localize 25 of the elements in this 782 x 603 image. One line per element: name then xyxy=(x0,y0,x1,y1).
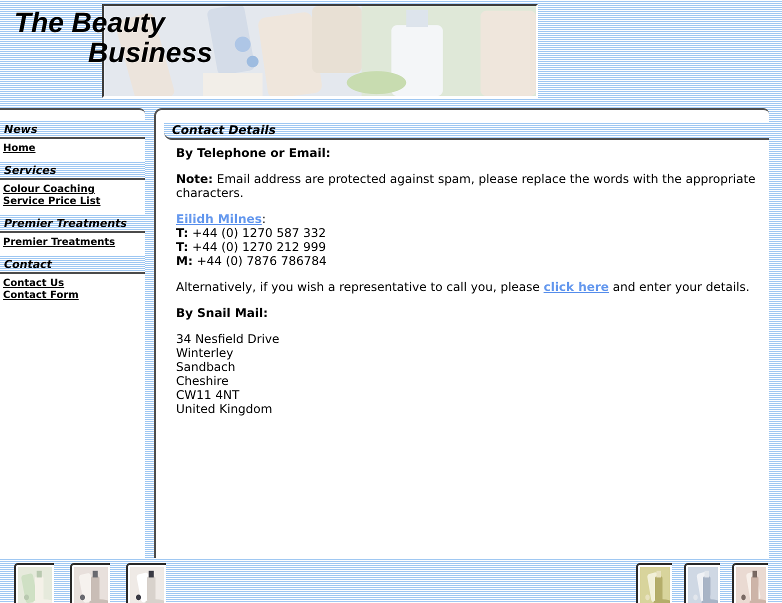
note-text: Note: Email address are protected against spam, please replace the words with the appropriate characters. xyxy=(176,172,757,200)
sidebar-link[interactable]: Home xyxy=(3,143,36,155)
sidebar-link[interactable]: Colour Coaching xyxy=(3,184,95,196)
section-title: Contact Details xyxy=(164,122,769,140)
sidebar-heading: Premier Treatments xyxy=(0,214,145,233)
colon-text: : xyxy=(262,212,266,226)
phone-number: M: +44 (0) 7876 786784 xyxy=(176,254,328,268)
sidebar-link[interactable]: Service Price List xyxy=(3,196,100,208)
sidebar-link[interactable]: Contact Us xyxy=(3,278,64,290)
subheading: By Snail Mail: xyxy=(176,306,269,320)
sidebar-heading: News xyxy=(0,120,145,139)
address-line: 34 Nesfield Drive xyxy=(176,332,280,346)
address-line: United Kingdom xyxy=(176,402,274,416)
address-line: CW11 4NT xyxy=(176,388,240,402)
phone-number: T: +44 (0) 1270 212 999 xyxy=(176,240,328,254)
sidebar-link[interactable]: Contact Form xyxy=(3,290,79,302)
phone-number: T: +44 (0) 1270 587 332 xyxy=(176,226,328,240)
subheading: By Telephone or Email: xyxy=(176,146,332,160)
address-line: Cheshire xyxy=(176,374,230,388)
address-line: Sandbach xyxy=(176,360,236,374)
address-line: Winterley xyxy=(176,346,234,360)
sidebar-heading: Services xyxy=(0,161,145,180)
sidebar-heading: Contact xyxy=(0,255,145,274)
sidebar-link[interactable]: Premier Treatments xyxy=(3,237,116,249)
callback-text: Alternatively, if you wish a representative to call you, please click here and enter your details. xyxy=(176,280,751,294)
